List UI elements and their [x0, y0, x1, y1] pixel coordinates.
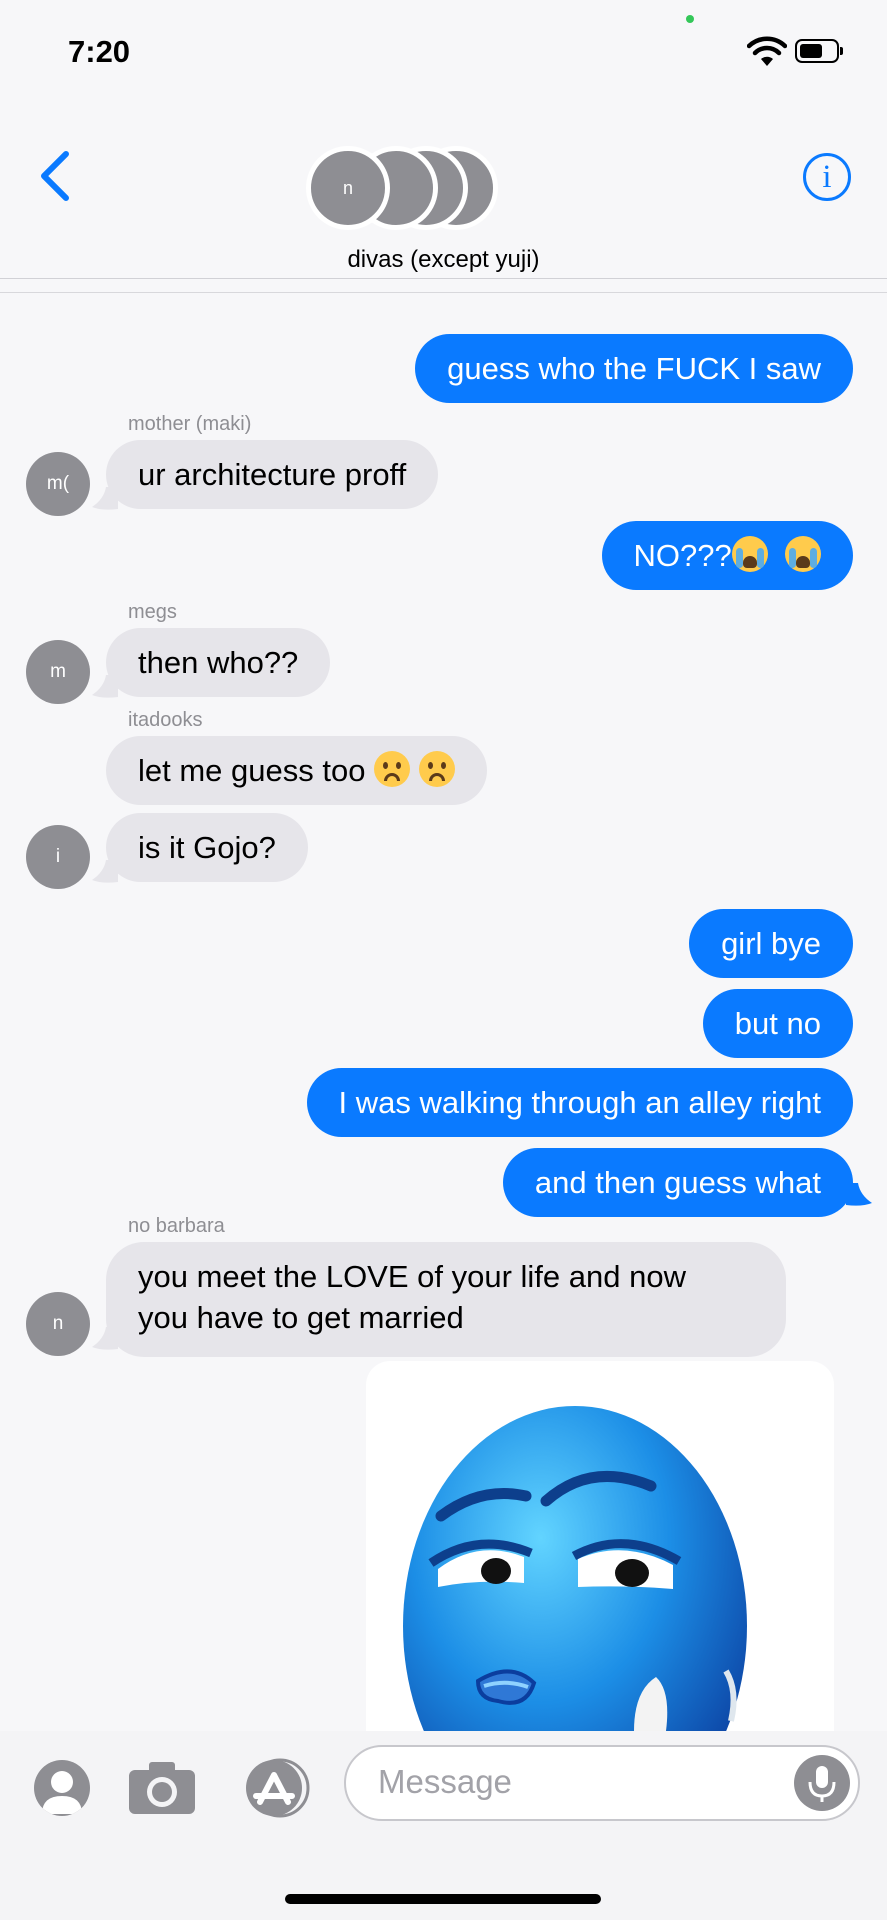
incoming-message-bubble[interactable]: is it Gojo?	[106, 813, 308, 882]
message-placeholder: Message	[378, 1763, 512, 1800]
message-text: let me guess too	[138, 753, 366, 788]
sender-avatar[interactable]: m(	[26, 452, 90, 516]
message-input[interactable]: Message	[344, 1745, 860, 1821]
message-text: you meet the LOVE of your life and now	[138, 1259, 686, 1294]
incoming-message-bubble[interactable]: let me guess too	[106, 736, 487, 805]
sender-name: megs	[128, 601, 177, 623]
sender-avatar[interactable]: n	[26, 1292, 90, 1356]
sender-avatar[interactable]: m	[26, 640, 90, 704]
battery-icon	[795, 39, 843, 63]
frowning-face-emoji	[374, 751, 411, 787]
outgoing-message-bubble[interactable]: but no	[702, 989, 853, 1058]
bubble-tail	[846, 1183, 872, 1206]
sender-avatar[interactable]: i	[26, 825, 90, 889]
frowning-face-emoji	[418, 751, 455, 787]
home-indicator[interactable]	[285, 1894, 601, 1904]
camera-icon[interactable]	[127, 1760, 197, 1816]
sender-name: no barbara	[128, 1215, 225, 1237]
crying-face-emoji	[785, 536, 821, 572]
conversation-title[interactable]: divas (except yuji)	[0, 246, 887, 274]
contact-icon[interactable]	[34, 1760, 90, 1816]
outgoing-message-bubble[interactable]: NO???	[601, 521, 853, 590]
image-attachment[interactable]	[366, 1361, 834, 1731]
info-button[interactable]: i	[803, 153, 851, 201]
incoming-message-bubble[interactable]: ur architecture proff	[106, 440, 439, 509]
message-text: NO???	[633, 538, 732, 573]
outgoing-message-bubble[interactable]: guess who the FUCK I saw	[415, 334, 853, 403]
outgoing-message-bubble[interactable]: girl bye	[689, 909, 853, 978]
header-divider	[0, 278, 887, 279]
outgoing-message-bubble[interactable]: I was walking through an alley right	[306, 1068, 853, 1137]
sender-name: mother (maki)	[128, 413, 252, 435]
header-divider	[0, 292, 887, 293]
back-button[interactable]	[36, 150, 76, 202]
crying-face-emoji	[731, 536, 768, 572]
camera-in-use-indicator	[686, 15, 694, 23]
status-time: 7:20	[68, 34, 131, 69]
sender-name: itadooks	[128, 709, 203, 731]
wifi-icon	[747, 36, 787, 66]
member-avatar: n	[306, 146, 390, 230]
incoming-message-bubble[interactable]: then who??	[106, 628, 331, 697]
outgoing-message-bubble[interactable]: and then guess what	[502, 1148, 853, 1217]
group-avatar-stack[interactable]: n	[306, 142, 516, 234]
app-store-icon[interactable]	[238, 1758, 314, 1818]
blue-smirk-emoji-image	[403, 1406, 747, 1731]
microphone-icon[interactable]	[794, 1755, 850, 1811]
incoming-message-bubble[interactable]: you meet the LOVE of your life and now y…	[106, 1242, 786, 1357]
message-text: you have to get married	[138, 1300, 464, 1335]
